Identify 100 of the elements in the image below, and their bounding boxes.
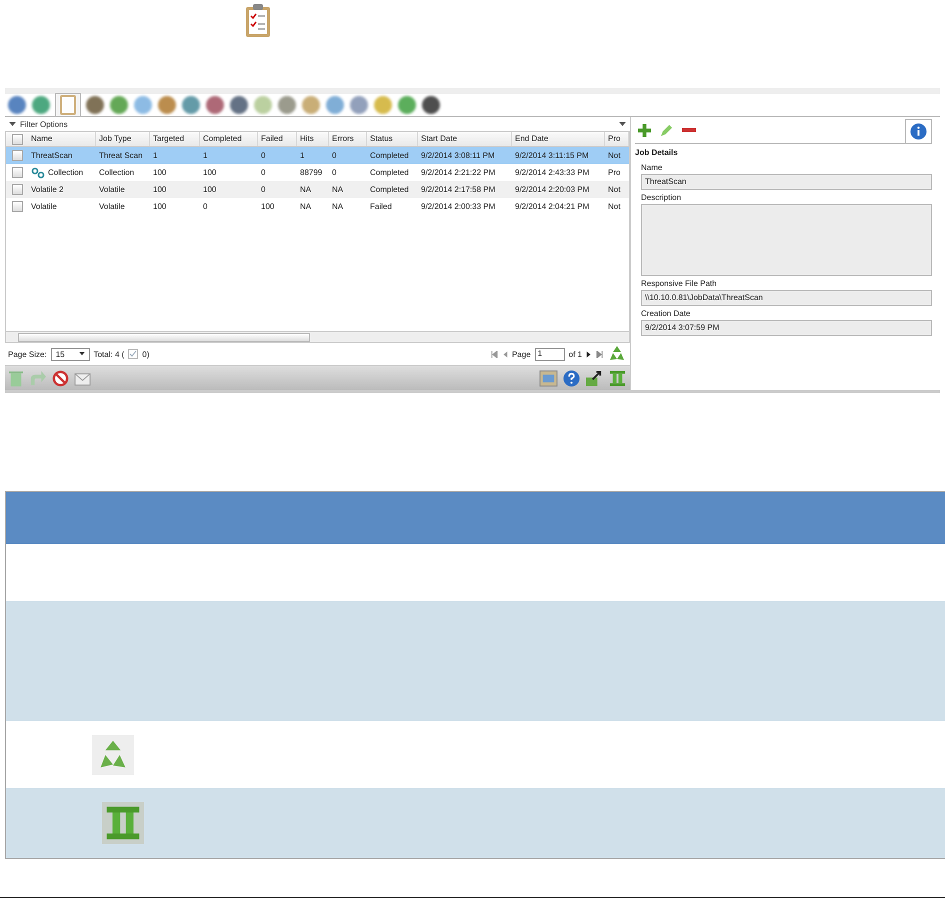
field-label: Responsive File Path xyxy=(641,279,718,288)
page-size-label: Page Size: xyxy=(8,350,47,358)
field-label: Creation Date xyxy=(641,309,692,318)
table-row[interactable]: ThreatScan Threat Scan 1 1 0 1 0 Completed 9/2/2014 3:08:11 PM 9/2/2014 3:11:15 PM Not xyxy=(6,147,629,164)
table-cell: 9/2/2014 2:00:33 PM xyxy=(421,202,496,211)
table-row[interactable]: Volatile Volatile 100 0 100 NA NA Failed 9/2/2014 2:00:33 PM 9/2/2014 2:04:21 PM Not xyxy=(6,198,629,215)
page-number-field[interactable]: 1 xyxy=(534,348,565,360)
table-cell: Not xyxy=(608,151,620,160)
add-icon[interactable] xyxy=(638,124,651,136)
table-cell: 9/2/2014 2:17:58 PM xyxy=(421,185,496,194)
table-cell: Completed xyxy=(370,151,409,160)
table-cell: Failed xyxy=(370,202,392,211)
table-cell: 100 xyxy=(203,168,216,177)
module-tab[interactable] xyxy=(7,94,27,116)
table-row[interactable]: Volatile 2 Volatile 100 100 0 NA NA Completed 9/2/2014 2:17:58 PM 9/2/2014 2:20:03 PM Not xyxy=(6,181,629,198)
export-icon[interactable] xyxy=(585,370,604,386)
table-cell: Volatile xyxy=(99,202,125,211)
column-header[interactable]: Completed xyxy=(200,132,258,146)
row-checkbox[interactable] xyxy=(12,184,22,195)
module-tab[interactable] xyxy=(421,94,441,116)
column-header[interactable]: Errors xyxy=(329,132,367,146)
column-header[interactable]: Failed xyxy=(258,132,297,146)
last-page-icon[interactable] xyxy=(596,350,603,358)
pencil-icon[interactable] xyxy=(660,124,673,136)
column-header[interactable]: Status xyxy=(367,132,418,146)
horizontal-scrollbar[interactable] xyxy=(6,331,629,342)
table-cell: 9/2/2014 3:08:11 PM xyxy=(421,151,495,160)
table-cell: Volatile xyxy=(31,202,57,211)
recycle-icon xyxy=(92,734,134,774)
map-icon[interactable] xyxy=(539,370,558,386)
row-checkbox[interactable] xyxy=(12,201,22,212)
module-tab[interactable] xyxy=(205,94,225,116)
trash-icon[interactable] xyxy=(9,370,23,386)
table-cell: Collection xyxy=(48,168,84,177)
expand-caret-icon[interactable] xyxy=(9,120,16,128)
table-cell: Collection xyxy=(99,168,134,177)
table-cell: 0 xyxy=(261,151,266,160)
text-field[interactable]: ThreatScan xyxy=(641,174,932,190)
module-tab[interactable] xyxy=(85,94,105,116)
page-size-dropdown[interactable]: 15 xyxy=(50,348,90,360)
dropdown-caret-icon[interactable] xyxy=(78,352,85,356)
table-cell: 1 xyxy=(300,151,304,160)
collapse-caret-icon[interactable] xyxy=(619,122,626,126)
first-page-icon[interactable] xyxy=(490,350,498,358)
checkmark-icon xyxy=(128,349,138,359)
section-title: Job Details xyxy=(635,148,679,157)
table-cell: NA xyxy=(332,185,344,194)
table-cell: 9/2/2014 3:11:15 PM xyxy=(515,151,589,160)
table-cell: 100 xyxy=(203,185,216,194)
next-page-icon[interactable] xyxy=(586,350,592,358)
table-cell: 0 xyxy=(332,151,336,160)
checked-count: 0) xyxy=(142,350,150,358)
table-cell: Completed xyxy=(370,168,409,177)
page-count-label: of 1 xyxy=(568,350,582,358)
table-cell: 100 xyxy=(153,168,166,177)
table-cell: 100 xyxy=(153,185,166,194)
help-icon[interactable] xyxy=(563,370,580,386)
table-cell: 1 xyxy=(153,151,158,160)
column-header[interactable]: Job Type xyxy=(96,132,150,146)
table-cell: 0 xyxy=(203,202,208,211)
select-all-checkbox[interactable] xyxy=(12,134,22,144)
table-cell: 0 xyxy=(261,185,266,194)
table-cell: Pro xyxy=(608,168,620,177)
table-row[interactable]: Collection Collection 100 100 0 88799 0 Completed 9/2/2014 2:21:22 PM 9/2/2014 2:43:33 PM Pro xyxy=(6,164,629,181)
table-cell: 9/2/2014 2:43:33 PM xyxy=(515,168,590,177)
table-cell: Not xyxy=(608,185,620,194)
pillar-icon xyxy=(102,802,144,844)
row-checkbox[interactable] xyxy=(12,167,22,178)
info-tab[interactable] xyxy=(905,119,932,143)
module-tab[interactable] xyxy=(229,94,249,116)
linked-rings-icon xyxy=(31,166,45,178)
column-header[interactable]: End Date xyxy=(512,132,605,146)
column-header[interactable]: Pro xyxy=(605,132,629,146)
envelope-icon[interactable] xyxy=(74,370,93,386)
table-cell: 9/2/2014 2:04:21 PM xyxy=(515,202,590,211)
row-checkbox[interactable] xyxy=(12,150,22,161)
text-area[interactable] xyxy=(641,204,932,276)
field-label: Name xyxy=(641,163,664,172)
text-field[interactable]: \\10.10.0.81\JobData\ThreatScan xyxy=(641,290,932,306)
info-icon xyxy=(910,123,927,140)
previous-page-icon[interactable] xyxy=(502,350,508,358)
table-cell: 100 xyxy=(153,202,166,211)
column-header[interactable]: Name xyxy=(28,132,96,146)
table-cell: NA xyxy=(332,202,344,211)
total-label: Total: 4 ( xyxy=(94,350,124,358)
table-cell: Volatile xyxy=(99,185,125,194)
table-cell: 88799 xyxy=(300,168,322,177)
field-label: Description xyxy=(641,193,682,202)
filter-options-label[interactable]: Filter Options xyxy=(20,120,68,128)
table-cell: 1 xyxy=(203,151,208,160)
pillar-icon[interactable] xyxy=(609,370,626,386)
table-cell: 9/2/2014 2:21:22 PM xyxy=(421,168,496,177)
text-field[interactable]: 9/2/2014 3:07:59 PM xyxy=(641,320,932,336)
column-header[interactable]: Targeted xyxy=(150,132,200,146)
table-cell: 100 xyxy=(261,202,274,211)
column-header[interactable]: Start Date xyxy=(418,132,512,146)
stop-sign-icon[interactable] xyxy=(52,370,69,386)
table-cell: 9/2/2014 2:20:03 PM xyxy=(515,185,590,194)
table-cell: 0 xyxy=(261,168,266,177)
column-header[interactable]: Hits xyxy=(297,132,329,146)
